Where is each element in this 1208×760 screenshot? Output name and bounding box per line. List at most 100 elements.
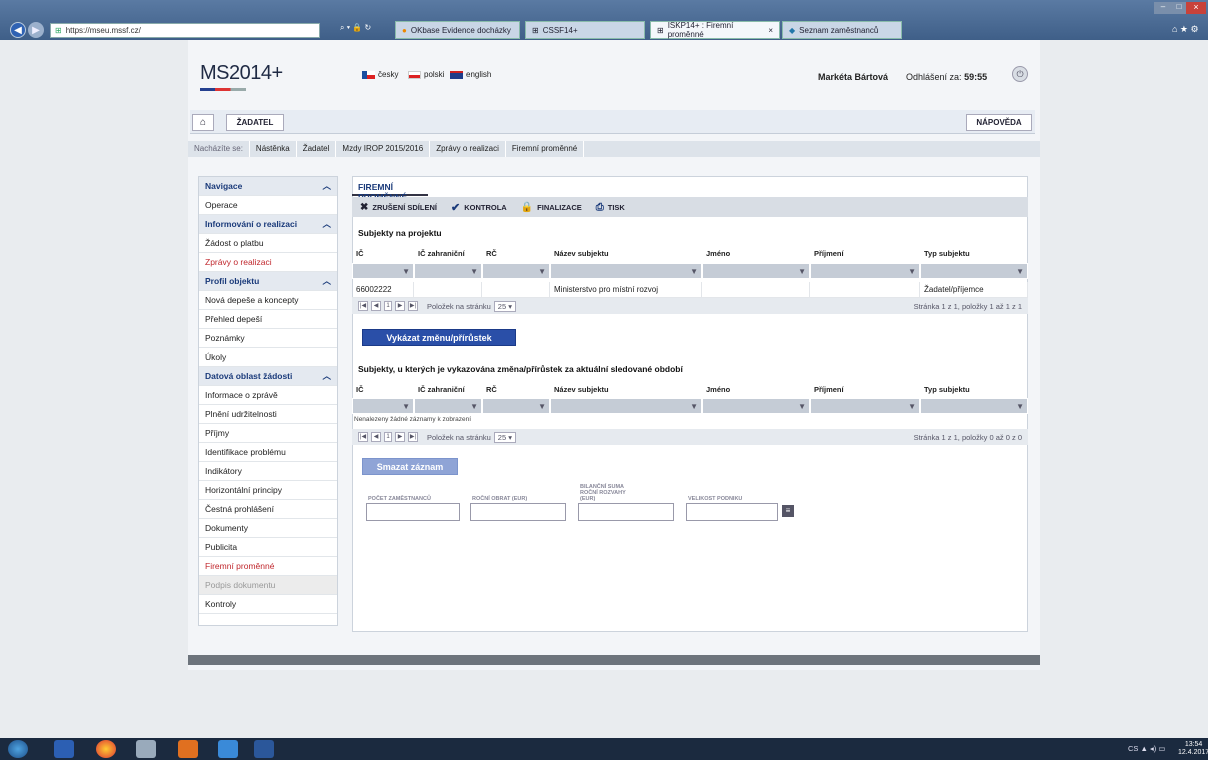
sidebar-item[interactable]: Informace o zprávě (199, 386, 337, 405)
files-icon[interactable] (136, 740, 156, 758)
filter-icon[interactable]: ▼ (702, 263, 810, 279)
report-change-button[interactable]: Vykázat změnu/přírůstek (362, 329, 516, 346)
minimize-button[interactable]: – (1154, 2, 1172, 14)
close-window-button[interactable]: × (1186, 2, 1206, 14)
system-tray[interactable]: CS ▲ ◂) ▭ (1128, 744, 1165, 753)
prev-page-icon[interactable]: ◀ (371, 432, 381, 442)
role-button[interactable]: ŽADATEL (226, 114, 284, 131)
filter-icon[interactable]: ▼ (414, 263, 482, 279)
column-header[interactable]: Jméno (702, 381, 810, 397)
filter-icon[interactable]: ▼ (482, 398, 550, 414)
sidebar-item[interactable]: Příjmy (199, 424, 337, 443)
breadcrumb-item[interactable]: Mzdy IROP 2015/2016 (336, 141, 431, 157)
tab-iskp14[interactable]: ⊞ ISKP14+ : Firemní proměnné × (650, 21, 780, 39)
delete-record-button[interactable]: Smazat záznam (362, 458, 458, 475)
close-tab-icon[interactable]: × (768, 26, 773, 35)
home-star-icons[interactable]: ⌂ ★ ⚙ (1172, 24, 1199, 35)
maximize-button[interactable]: □ (1172, 2, 1186, 14)
filter-icon[interactable]: ▼ (920, 398, 1028, 414)
address-controls[interactable]: ⌕ ▾ 🔒 ↻ (340, 23, 390, 38)
chrome-icon[interactable] (96, 740, 116, 758)
column-header[interactable]: IČ zahraniční (414, 245, 482, 261)
first-page-icon[interactable]: |◀ (358, 301, 368, 311)
sidebar-item[interactable]: Identifikace problému (199, 443, 337, 462)
filter-icon[interactable]: ▼ (352, 398, 414, 414)
filter-icon[interactable]: ▼ (920, 263, 1028, 279)
filter-icon[interactable]: ▼ (482, 263, 550, 279)
sidebar-item[interactable]: Publicita (199, 538, 337, 557)
print-button[interactable]: ⎙ TISK (596, 202, 625, 213)
sidebar-item[interactable]: Poznámky (199, 329, 337, 348)
column-header[interactable]: Jméno (702, 245, 810, 261)
sidebar-item[interactable]: Kontroly (199, 595, 337, 614)
next-page-icon[interactable]: ▶ (395, 301, 405, 311)
column-header[interactable]: Příjmení (810, 245, 920, 261)
start-button-icon[interactable] (8, 740, 28, 758)
sidebar-item[interactable]: Profil objektu ︿ (199, 272, 337, 291)
sidebar-item[interactable]: Nová depeše a koncepty (199, 291, 337, 310)
lang-polish[interactable]: polski (408, 70, 444, 79)
filter-icon[interactable]: ▼ (550, 263, 702, 279)
home-icon[interactable]: ⌂ (192, 114, 214, 131)
column-header[interactable]: RČ (482, 381, 550, 397)
current-page[interactable]: 1 (384, 432, 392, 442)
filter-icon[interactable]: ▼ (414, 398, 482, 414)
company-size-select[interactable] (686, 503, 778, 521)
breadcrumb-item[interactable]: Žadatel (297, 141, 337, 157)
word-icon[interactable] (254, 740, 274, 758)
lang-czech[interactable]: česky (362, 70, 398, 79)
list-picker-icon[interactable]: ≡ (782, 505, 794, 517)
last-page-icon[interactable]: ▶| (408, 432, 418, 442)
filter-icon[interactable]: ▼ (810, 263, 920, 279)
column-header[interactable]: Typ subjektu (920, 381, 1028, 397)
column-header[interactable]: Příjmení (810, 381, 920, 397)
check-button[interactable]: ✔ KONTROLA (451, 201, 507, 214)
sidebar-item[interactable]: Žádost o platbu (199, 234, 337, 253)
filter-icon[interactable]: ▼ (352, 263, 414, 279)
column-header[interactable]: Název subjektu (550, 381, 702, 397)
sidebar-item[interactable]: Plnění udržitelnosti (199, 405, 337, 424)
back-button[interactable]: ◀ (10, 22, 26, 38)
help-button[interactable]: NÁPOVĚDA (966, 114, 1032, 131)
prev-page-icon[interactable]: ◀ (371, 301, 381, 311)
chevron-up-icon[interactable]: ︿ (322, 275, 331, 287)
filter-icon[interactable]: ▼ (810, 398, 920, 414)
column-header[interactable]: IČ zahraniční (414, 381, 482, 397)
breadcrumb-item[interactable]: Zprávy o realizaci (430, 141, 506, 157)
explorer-icon[interactable] (54, 740, 74, 758)
employee-count-input[interactable] (366, 503, 460, 521)
chevron-up-icon[interactable]: ︿ (322, 370, 331, 382)
tab-okbase[interactable]: ● OKbase Evidence docházky (395, 21, 520, 39)
sidebar-item[interactable]: Operace (199, 196, 337, 215)
power-icon[interactable]: ⏻ (1012, 66, 1028, 82)
per-page-select[interactable]: 25 ▾ (493, 431, 516, 443)
sidebar-item[interactable]: Podpis dokumentu (199, 576, 337, 595)
sidebar-item[interactable]: Navigace ︿ (199, 177, 337, 196)
first-page-icon[interactable]: |◀ (358, 432, 368, 442)
sidebar-item[interactable]: Indikátory (199, 462, 337, 481)
sidebar-item[interactable]: Firemní proměnné (199, 557, 337, 576)
tab-cssf14[interactable]: ⊞ CSSF14+ (525, 21, 645, 39)
filter-icon[interactable]: ▼ (550, 398, 702, 414)
table-row[interactable]: 66002222 Ministerstvo pro místní rozvoj Ža… (352, 282, 1028, 298)
balance-sheet-input[interactable] (578, 503, 674, 521)
column-header[interactable]: IČ (352, 381, 414, 397)
sidebar-item[interactable]: Informování o realizaci ︿ (199, 215, 337, 234)
lang-english[interactable]: english (450, 70, 491, 79)
per-page-select[interactable]: 25 ▾ (493, 300, 516, 312)
column-header[interactable]: Typ subjektu (920, 245, 1028, 261)
chevron-up-icon[interactable]: ︿ (322, 218, 331, 230)
finalize-button[interactable]: 🔒 FINALIZACE (521, 202, 582, 213)
chevron-up-icon[interactable]: ︿ (322, 180, 331, 192)
sidebar-item[interactable]: Zprávy o realizaci (199, 253, 337, 272)
unshare-button[interactable]: ✖ ZRUŠENÍ SDÍLENÍ (360, 202, 437, 213)
current-page[interactable]: 1 (384, 301, 392, 311)
sidebar-item[interactable]: Úkoly (199, 348, 337, 367)
next-page-icon[interactable]: ▶ (395, 432, 405, 442)
column-header[interactable]: IČ (352, 245, 414, 261)
user-name[interactable]: Markéta Bártová (818, 72, 888, 82)
sidebar-item[interactable]: Dokumenty (199, 519, 337, 538)
sidebar-item[interactable]: Horizontální principy (199, 481, 337, 500)
column-header[interactable]: RČ (482, 245, 550, 261)
sidebar-item[interactable]: Přehled depeší (199, 310, 337, 329)
